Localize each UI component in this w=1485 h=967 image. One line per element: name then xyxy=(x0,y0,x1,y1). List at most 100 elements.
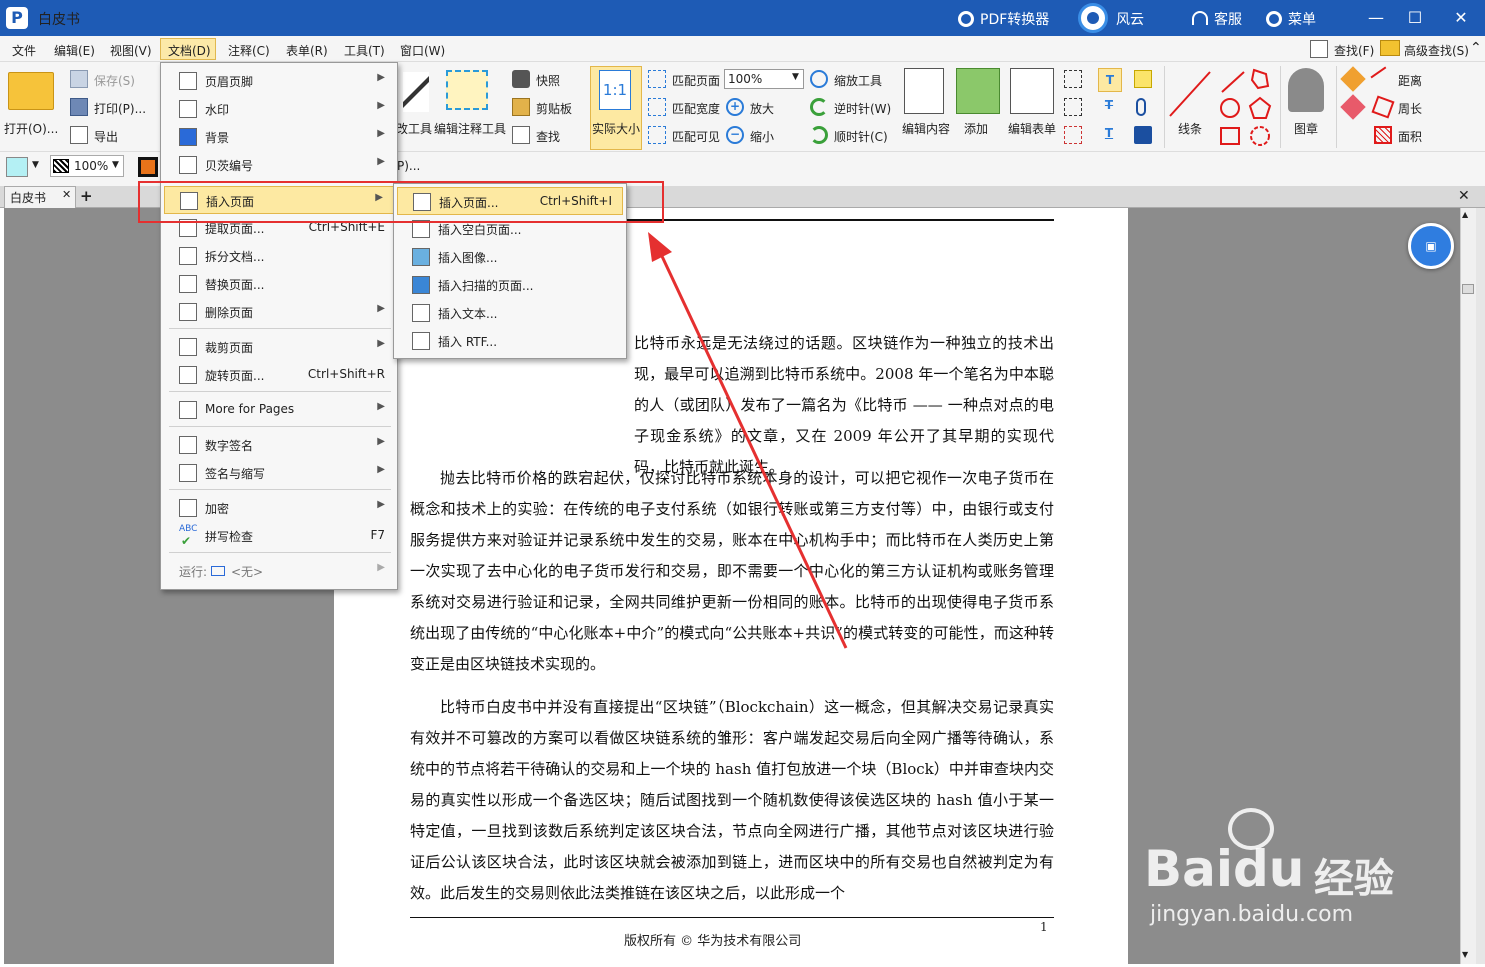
menu-separator xyxy=(169,489,391,490)
chevron-right-icon: ▶ xyxy=(377,100,385,111)
sound-icon[interactable] xyxy=(1134,126,1152,144)
find-icon xyxy=(1310,40,1328,58)
fit-page-button[interactable]: 匹配页面 xyxy=(672,72,720,89)
rotate-ccw-button[interactable]: 逆时针(W) xyxy=(834,100,891,117)
open-folder-icon[interactable] xyxy=(8,72,54,110)
menu-view[interactable]: 视图(V) xyxy=(110,42,152,59)
reader-mode-icon[interactable]: ▣ xyxy=(1408,223,1454,269)
zoom-in-button[interactable]: 放大 xyxy=(750,100,774,117)
stamp-button[interactable]: 图章 xyxy=(1294,120,1318,137)
menu-header-footer[interactable]: 页眉页脚 ▶ xyxy=(161,67,397,95)
distance-button[interactable]: 距离 xyxy=(1398,72,1422,89)
scroll-down-icon[interactable]: ▼ xyxy=(1462,950,1468,959)
image-icon xyxy=(412,248,430,266)
find-button[interactable]: 查找(F) xyxy=(1334,42,1374,59)
menu-file[interactable]: 文件 xyxy=(12,42,36,59)
menu-encrypt[interactable]: 加密 ▶ xyxy=(161,494,397,522)
scroll-up-icon[interactable]: ▲ xyxy=(1462,210,1468,219)
scrollbar-thumb[interactable] xyxy=(1462,284,1474,294)
edit-annotation-button[interactable]: 编辑注释工具 xyxy=(434,120,506,137)
fengyun-logo-icon[interactable] xyxy=(1078,3,1108,33)
zoom-tool-button[interactable]: 缩放工具 xyxy=(834,72,882,89)
minimize-icon[interactable]: — xyxy=(1364,6,1388,30)
menu-delete-pages[interactable]: 删除页面 ▶ xyxy=(161,298,397,326)
arrow-shape-icon xyxy=(1221,71,1245,93)
fengyun-label[interactable]: 风云 xyxy=(1116,9,1144,29)
close-document-icon[interactable]: ✕ xyxy=(1458,188,1470,204)
menu-comment[interactable]: 注释(C) xyxy=(228,42,270,59)
menu-edit[interactable]: 编辑(E) xyxy=(54,42,95,59)
menu-window[interactable]: 窗口(W) xyxy=(400,42,445,59)
menu-rotate-pages[interactable]: 旋转页面... Ctrl+Shift+R xyxy=(161,361,397,389)
save-icon xyxy=(70,70,88,88)
print-button[interactable]: 打印(P)... xyxy=(94,100,146,117)
save-button[interactable]: 保存(S) xyxy=(94,72,135,89)
note-icon[interactable] xyxy=(1134,70,1152,88)
text-select-icon[interactable] xyxy=(1064,126,1082,144)
pdf-converter-button[interactable]: PDF转换器 xyxy=(958,9,1049,29)
attach-icon[interactable] xyxy=(1136,98,1146,116)
submenu-insert-image[interactable]: 插入图像... xyxy=(394,243,630,271)
collapse-ribbon-icon[interactable]: ⌃ xyxy=(1470,40,1482,56)
side-panel-edge[interactable] xyxy=(1476,208,1485,964)
close-tab-icon[interactable]: ✕ xyxy=(62,188,71,201)
menu-bates[interactable]: 贝茨编号 ▶ xyxy=(161,151,397,179)
customer-service-button[interactable]: 客服 xyxy=(1192,9,1242,29)
new-tab-icon[interactable]: + xyxy=(80,187,93,205)
bates-icon xyxy=(179,156,197,174)
fit-visible-button[interactable]: 匹配可见 xyxy=(672,128,720,145)
typewriter-icon[interactable]: T xyxy=(1098,68,1122,92)
chevron-down-icon: ▼ xyxy=(792,72,799,82)
menu-tools[interactable]: 工具(T) xyxy=(344,42,385,59)
clipboard-button[interactable]: 剪贴板 xyxy=(536,100,572,117)
rotate-cw-button[interactable]: 顺时针(C) xyxy=(834,128,888,145)
menu-replace-pages[interactable]: 替换页面... xyxy=(161,270,397,298)
rotate-page-icon xyxy=(179,366,197,384)
menu-digital-signature[interactable]: 数字签名 ▶ xyxy=(161,431,397,459)
chevron-right-icon: ▶ xyxy=(377,464,385,475)
menu-split-document[interactable]: 拆分文档... xyxy=(161,242,397,270)
ribbon-find-button[interactable]: 查找 xyxy=(536,128,560,145)
polygon-shape-icon xyxy=(1250,68,1270,90)
fit-width-button[interactable]: 匹配宽度 xyxy=(672,100,720,117)
menu-label: 拆分文档... xyxy=(205,250,265,264)
text-field-icon[interactable] xyxy=(1064,98,1082,116)
submenu-insert-scan[interactable]: 插入扫描的页面... xyxy=(394,271,630,299)
menu-watermark[interactable]: 水印 ▶ xyxy=(161,95,397,123)
stroke-color-swatch[interactable] xyxy=(138,157,158,177)
menu-document[interactable]: 文档(D) xyxy=(168,42,211,59)
submenu-insert-rtf[interactable]: 插入 RTF... xyxy=(394,327,630,355)
perimeter-button[interactable]: 周长 xyxy=(1398,100,1422,117)
lines-button[interactable]: 线条 xyxy=(1178,120,1202,137)
submenu-insert-text[interactable]: 插入文本... xyxy=(394,299,630,327)
app-logo-icon: P xyxy=(6,7,28,29)
strikeout-icon[interactable]: T xyxy=(1100,98,1118,116)
fill-color-swatch[interactable] xyxy=(6,157,28,177)
advanced-find-button[interactable]: 高级查找(S) xyxy=(1404,42,1469,59)
menu-background[interactable]: 背景 ▶ xyxy=(161,123,397,151)
zoom-out-button[interactable]: 缩小 xyxy=(750,128,774,145)
text-box-icon[interactable] xyxy=(1064,70,1082,88)
menu-more-for-pages[interactable]: More for Pages ▶ xyxy=(161,396,397,424)
edit-content-button[interactable]: 编辑内容 xyxy=(902,120,950,137)
menu-spell-check[interactable]: ABC ✔ 拼写检查 F7 xyxy=(161,522,397,550)
open-button[interactable]: 打开(O)... xyxy=(4,120,58,137)
edit-tool-button[interactable]: 改工具 xyxy=(396,120,432,137)
area-button[interactable]: 面积 xyxy=(1398,128,1422,145)
edit-form-button[interactable]: 编辑表单 xyxy=(1008,120,1056,137)
menu-run[interactable]: 运行: <无> ▶ xyxy=(161,557,397,585)
underline-icon[interactable]: T xyxy=(1100,126,1118,144)
chevron-down-icon[interactable]: ▼ xyxy=(32,160,39,170)
main-menu-button[interactable]: 菜单 xyxy=(1266,9,1316,29)
zoom-tool-icon xyxy=(810,70,828,88)
close-window-icon[interactable]: ✕ xyxy=(1449,6,1473,30)
menu-crop-pages[interactable]: 裁剪页面 ▶ xyxy=(161,333,397,361)
ribbon-separator xyxy=(1336,66,1337,148)
maximize-icon[interactable]: ☐ xyxy=(1403,6,1427,30)
export-button[interactable]: 导出 xyxy=(94,128,118,145)
menu-form[interactable]: 表单(R) xyxy=(286,42,328,59)
add-button[interactable]: 添加 xyxy=(964,120,988,137)
menu-sign-initial[interactable]: 签名与缩写 ▶ xyxy=(161,459,397,487)
menu-label: 插入 RTF... xyxy=(438,335,498,349)
snapshot-button[interactable]: 快照 xyxy=(536,72,560,89)
